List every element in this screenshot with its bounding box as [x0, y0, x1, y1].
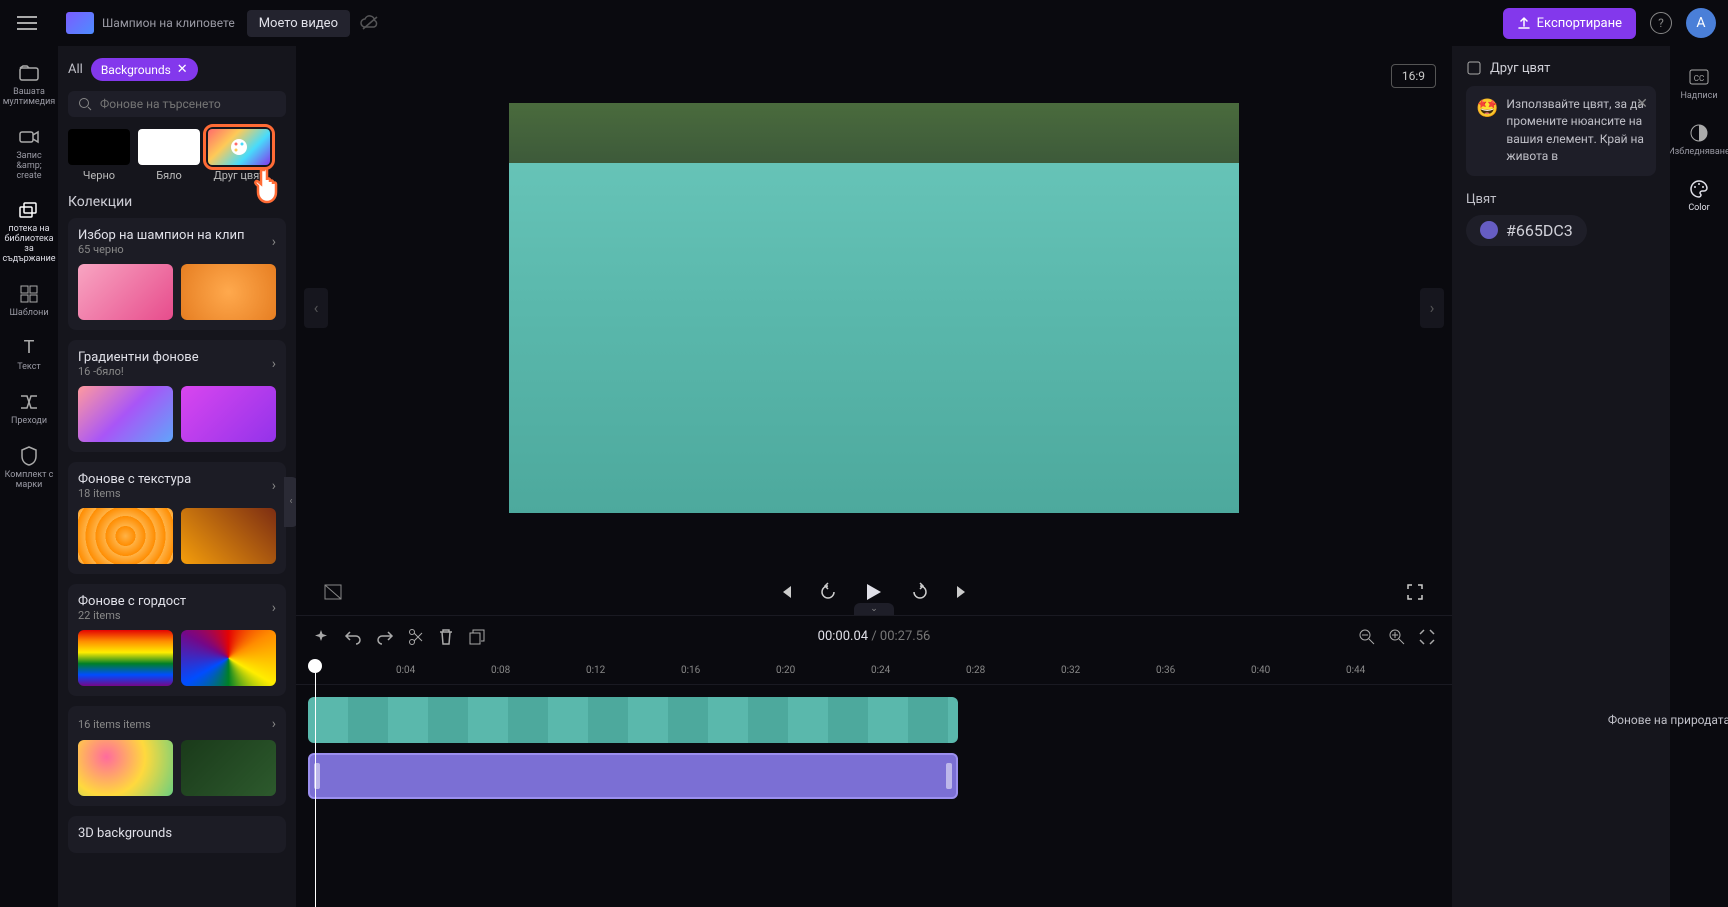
video-preview[interactable] [509, 103, 1239, 513]
ruler-tick: 0:44 [1346, 665, 1365, 676]
panel-collapse-handle[interactable]: ‹ [284, 477, 296, 527]
side-panel: All Backgrounds✕ Черно Бяло Друг цвят [58, 46, 296, 907]
ruler-tick: 0:28 [966, 665, 985, 676]
video-track-clip[interactable] [308, 697, 958, 743]
palette-icon [1689, 179, 1709, 199]
aspect-ratio-button[interactable]: 16:9 [1391, 64, 1436, 88]
search-input[interactable] [100, 97, 276, 111]
fullscreen-button[interactable] [1402, 579, 1428, 605]
skip-start-button[interactable] [773, 579, 799, 605]
close-icon[interactable]: ✕ [177, 62, 188, 77]
color-swatch-icon [1466, 60, 1482, 76]
right-rail-fade[interactable]: Избледняване [1671, 114, 1727, 166]
timeline-ruler[interactable]: 0:04 0:08 0:12 0:16 0:20 0:24 0:28 0:32 0:36 0:40… [296, 657, 1452, 685]
ruler-tick: 0:20 [776, 665, 795, 676]
chevron-right-icon: › [272, 600, 276, 616]
svg-text:CC: CC [1694, 74, 1704, 83]
right-rail-color[interactable]: Color [1671, 170, 1727, 222]
color-label: Цвят [1466, 192, 1656, 207]
collection-pride[interactable]: Фонове с гордост22 items› [68, 584, 286, 696]
delete-button[interactable] [438, 628, 454, 646]
right-rail: CC Надписи Избледняване Color [1670, 46, 1728, 907]
emoji-icon: 🤩 [1476, 96, 1498, 166]
close-tip-button[interactable]: ✕ [1636, 94, 1648, 114]
rail-brand-kit[interactable]: Комплект с марки [1, 437, 57, 499]
magic-tool-button[interactable] [312, 628, 330, 646]
app-subtitle: Шампион на клиповете [102, 16, 235, 30]
cloud-sync-icon [360, 15, 380, 31]
search-input-wrap[interactable] [68, 91, 286, 117]
swatch-custom-color[interactable]: Друг цвят [208, 129, 270, 182]
split-button[interactable] [408, 628, 424, 646]
safe-zone-toggle[interactable] [320, 579, 346, 605]
ruler-tick: 0:08 [491, 665, 510, 676]
rail-transitions[interactable]: Преходи [1, 383, 57, 435]
redo-button[interactable] [376, 629, 394, 645]
timecode-display: 00:00.04 / 00:27.56 [818, 629, 931, 644]
preview-prev-button[interactable]: ‹ [304, 288, 328, 328]
collection-items[interactable]: 16 items items› [68, 706, 286, 806]
collection-textured[interactable]: Фонове с текстура18 items› [68, 462, 286, 574]
user-avatar[interactable]: A [1686, 8, 1716, 38]
chevron-right-icon: › [272, 716, 276, 732]
undo-button[interactable] [344, 629, 362, 645]
menu-hamburger[interactable] [12, 8, 42, 38]
swatch-white[interactable]: Бяло [138, 129, 200, 182]
ruler-tick: 0:04 [396, 665, 415, 676]
zoom-out-button[interactable] [1358, 628, 1376, 646]
chevron-right-icon: › [272, 356, 276, 372]
rail-record[interactable]: Запис &amp; create [1, 118, 57, 190]
chevron-right-icon: › [272, 478, 276, 494]
help-button[interactable]: ? [1650, 12, 1672, 34]
rewind-button[interactable] [815, 579, 841, 605]
project-name[interactable]: Моето видео [247, 10, 350, 37]
color-picker-chip[interactable]: #665DC3 [1466, 215, 1587, 246]
right-panel-title: Друг цвят [1490, 61, 1550, 76]
rail-text[interactable]: T Текст [1, 329, 57, 381]
rail-templates[interactable]: Шаблони [1, 275, 57, 327]
color-dot [1480, 221, 1498, 239]
collection-clip-champion[interactable]: Избор на шампион на клип65 черно› [68, 218, 286, 330]
preview-next-button[interactable]: › [1420, 288, 1444, 328]
ruler-tick: 0:40 [1251, 665, 1270, 676]
left-rail: Вашата мултимедия Запис &amp; create пот… [0, 46, 58, 907]
right-rail-captions[interactable]: CC Надписи [1671, 58, 1727, 110]
ruler-tick: 0:36 [1156, 665, 1175, 676]
chevron-right-icon: › [272, 234, 276, 250]
playhead[interactable] [308, 659, 322, 673]
timeline-collapse-handle[interactable]: ⌄ [854, 603, 894, 615]
duplicate-button[interactable] [468, 628, 486, 646]
collection-3d[interactable]: 3D backgrounds [68, 816, 286, 853]
filter-all[interactable]: All [68, 62, 83, 77]
ruler-tick: 0:24 [871, 665, 890, 676]
collection-gradients[interactable]: Градиентни фонове16 -бяло!› [68, 340, 286, 452]
zoom-fit-button[interactable] [1418, 628, 1436, 646]
rail-content-library[interactable]: потека на библиотека за съдържание [1, 191, 57, 273]
upload-icon [1517, 16, 1531, 30]
nature-backgrounds-label: Фонове на природата [1608, 713, 1728, 727]
zoom-in-button[interactable] [1388, 628, 1406, 646]
ruler-tick: 0:16 [681, 665, 700, 676]
skip-end-button[interactable] [949, 579, 975, 605]
ruler-tick: 0:32 [1061, 665, 1080, 676]
clip-right-handle[interactable] [946, 763, 952, 789]
color-track-clip[interactable] [308, 753, 958, 799]
export-button[interactable]: Експортиране [1503, 8, 1636, 39]
tip-box: 🤩 Използвайте цвят, за да промените нюан… [1466, 86, 1656, 176]
ruler-tick: 0:12 [586, 665, 605, 676]
app-logo [66, 12, 94, 34]
right-panel: Друг цвят 🤩 Използвайте цвят, за да пром… [1452, 46, 1670, 907]
rail-your-media[interactable]: Вашата мултимедия [1, 54, 57, 116]
search-icon [78, 97, 92, 111]
pointer-hand-icon [250, 162, 294, 206]
filter-chip-backgrounds[interactable]: Backgrounds✕ [91, 58, 198, 81]
swatch-black[interactable]: Черно [68, 129, 130, 182]
forward-button[interactable] [907, 579, 933, 605]
